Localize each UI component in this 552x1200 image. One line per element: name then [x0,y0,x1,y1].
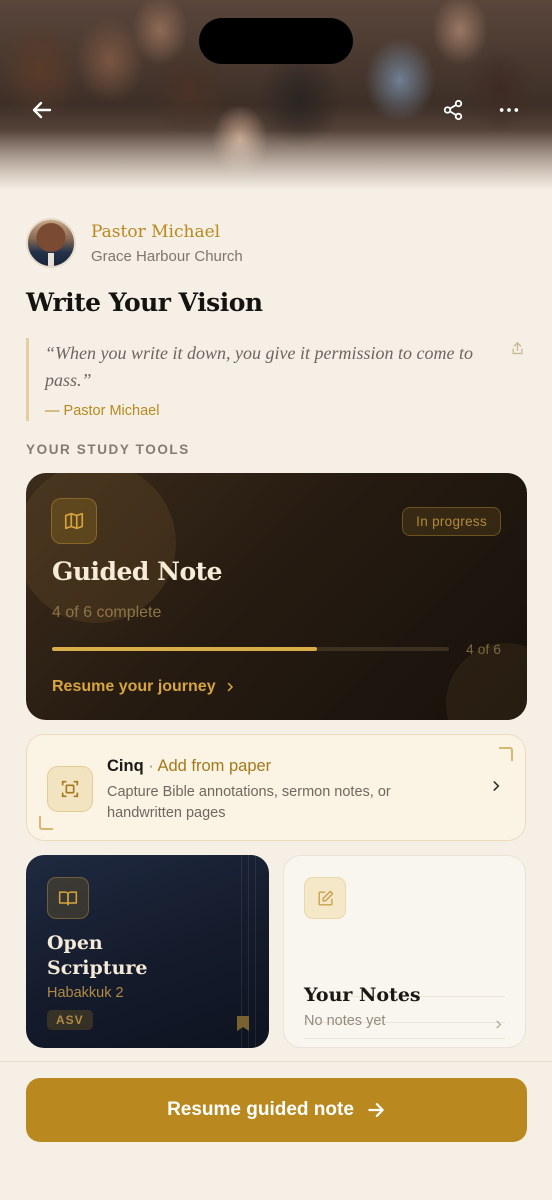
book-icon-tile [47,877,89,919]
edit-icon [317,890,333,906]
guided-note-progress-text: 4 of 6 complete [52,604,162,621]
resume-journey-link[interactable]: Resume your journey [52,678,236,696]
quote-attribution: — Pastor Michael [45,403,160,419]
church-name: Grace Harbour Church [91,247,243,265]
guided-note-card[interactable]: In progress Guided Note 4 of 6 complete … [26,473,527,720]
card-decoration [26,473,176,623]
guided-note-title: Guided Note [52,557,223,586]
notebook-rule [304,1038,505,1039]
cinq-action: Add from paper [157,757,272,775]
cinq-description: Capture Bible annotations, sermon notes,… [107,784,391,821]
arrow-right-icon [368,1103,384,1117]
quote-block: “When you write it down, you give it per… [26,338,496,421]
progress-count: 4 of 6 [465,641,501,657]
your-notes-card[interactable]: Your Notes No notes yet [283,855,526,1048]
share-icon [443,99,463,121]
scan-corner-icon [499,747,513,761]
chevron-right-icon [489,779,503,798]
map-icon [64,512,84,530]
resume-guided-note-label: Resume guided note [167,1099,354,1120]
quote-text: “When you write it down, you give it per… [45,343,473,390]
cinq-add-from-paper-card[interactable]: Cinq · Add from paper Capture Bible anno… [26,734,526,841]
scan-icon-tile [47,766,93,812]
progress-fill [52,647,317,651]
open-scripture-title: Open Scripture [47,932,148,979]
scripture-reference: Habakkuk 2 [47,985,124,1001]
cinq-title: Cinq · Add from paper [107,757,271,776]
author-name: Pastor Michael [91,221,221,242]
author-row[interactable]: Pastor Michael Grace Harbour Church [26,218,243,268]
resume-guided-note-button[interactable]: Resume guided note [26,1078,527,1142]
open-scripture-card[interactable]: Open Scripture Habakkuk 2 ASV [26,855,269,1048]
share-upload-icon [512,341,523,355]
camera-notch [199,18,353,64]
map-icon-tile [51,498,97,544]
your-notes-title: Your Notes [304,984,421,1006]
more-horizontal-icon [499,108,519,112]
cinq-brand: Cinq [107,757,144,775]
notes-empty-text: No notes yet [304,1013,386,1029]
back-button[interactable] [24,92,60,128]
footer-divider [0,1061,552,1062]
scan-corner-icon [39,816,53,830]
more-button[interactable] [491,92,527,128]
scan-icon [61,780,79,798]
chevron-right-icon [493,1017,504,1035]
avatar [26,218,76,268]
share-button[interactable] [435,92,471,128]
book-page-edge [255,855,256,1048]
book-open-icon [58,891,78,906]
bible-version-badge: ASV [47,1010,93,1030]
status-badge: In progress [402,507,501,536]
bookmark-icon [237,1016,249,1036]
chevron-right-icon [227,682,233,692]
page-title: Write Your Vision [26,288,263,317]
section-label: YOUR STUDY TOOLS [26,442,190,457]
quote-share-button[interactable] [510,341,526,357]
edit-icon-tile [304,877,346,919]
cinq-separator: · [143,757,158,775]
progress-track [52,647,449,651]
arrow-left-icon [32,101,52,119]
resume-journey-label: Resume your journey [52,678,216,695]
